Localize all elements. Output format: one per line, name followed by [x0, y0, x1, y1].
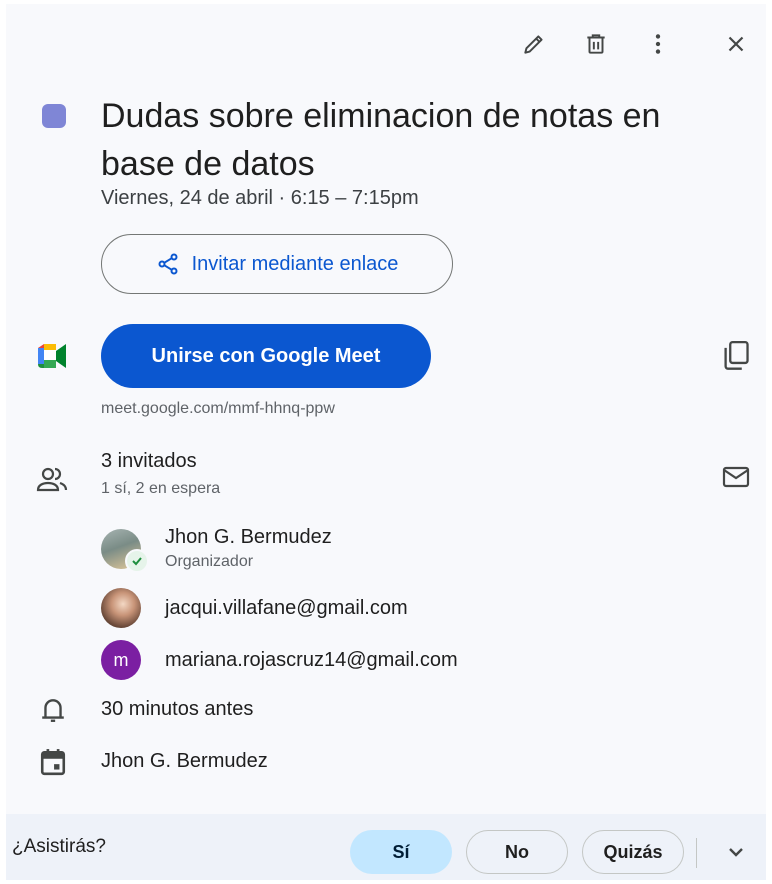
invite-link-button[interactable]: Invitar mediante enlace — [101, 234, 453, 294]
avatar: m — [101, 640, 141, 680]
rsvp-options-button[interactable] — [718, 836, 754, 868]
check-icon — [125, 548, 149, 573]
rsvp-footer: ¿Asistirás? Sí No Quizás — [6, 814, 766, 880]
edit-button[interactable] — [514, 24, 554, 64]
guest-name: mariana.rojascruz14@gmail.com — [165, 648, 458, 671]
mail-icon — [722, 466, 750, 488]
pencil-icon — [524, 35, 543, 54]
rsvp-yes-button[interactable]: Sí — [350, 830, 452, 874]
google-meet-icon — [38, 344, 66, 368]
event-color-swatch — [42, 104, 66, 128]
guest-item[interactable]: m mariana.rojascruz14@gmail.com — [101, 640, 458, 680]
email-guests-button[interactable] — [718, 462, 754, 492]
bell-icon — [42, 699, 64, 722]
more-vert-icon — [655, 34, 661, 54]
copy-icon — [724, 341, 749, 370]
event-details-card: Dudas sobre eliminacion de notas en base… — [6, 4, 766, 880]
join-google-meet-button[interactable]: Unirse con Google Meet — [101, 324, 431, 388]
trash-icon — [587, 34, 605, 54]
guests-status: 1 sí, 2 en espera — [101, 480, 221, 497]
share-icon — [158, 253, 178, 275]
people-icon — [36, 467, 68, 492]
guest-name: Jhon G. Bermudez — [165, 526, 332, 548]
rsvp-question: ¿Asistirás? — [12, 836, 106, 857]
guest-item[interactable]: jacqui.villafane@gmail.com — [101, 588, 408, 628]
guest-role: Organizador — [165, 553, 254, 570]
divider — [696, 838, 697, 868]
invite-link-label: Invitar mediante enlace — [191, 252, 399, 275]
meet-link[interactable]: meet.google.com/mmf-hhnq-ppw — [101, 400, 335, 418]
close-button[interactable] — [716, 24, 756, 64]
avatar — [101, 528, 149, 573]
rsvp-maybe-button[interactable]: Quizás — [582, 830, 684, 874]
event-title: Dudas sobre eliminacion de notas en base… — [101, 97, 661, 183]
delete-button[interactable] — [576, 24, 616, 64]
rsvp-no-button[interactable]: No — [466, 830, 568, 874]
guest-item[interactable]: Jhon G. Bermudez Organizador — [101, 526, 332, 573]
guest-name: jacqui.villafane@gmail.com — [165, 596, 408, 619]
close-icon — [728, 36, 744, 52]
copy-meet-link-button[interactable] — [718, 338, 754, 374]
avatar — [101, 588, 141, 628]
guests-count: 3 invitados — [101, 450, 197, 472]
more-options-button[interactable] — [638, 24, 678, 64]
calendar-icon — [40, 749, 66, 776]
calendar-owner: Jhon G. Bermudez — [101, 750, 268, 772]
event-datetime: Viernes, 24 de abril · 6:15 – 7:15pm — [101, 187, 419, 209]
chevron-down-icon — [729, 848, 743, 857]
reminder-text: 30 minutos antes — [101, 698, 254, 720]
